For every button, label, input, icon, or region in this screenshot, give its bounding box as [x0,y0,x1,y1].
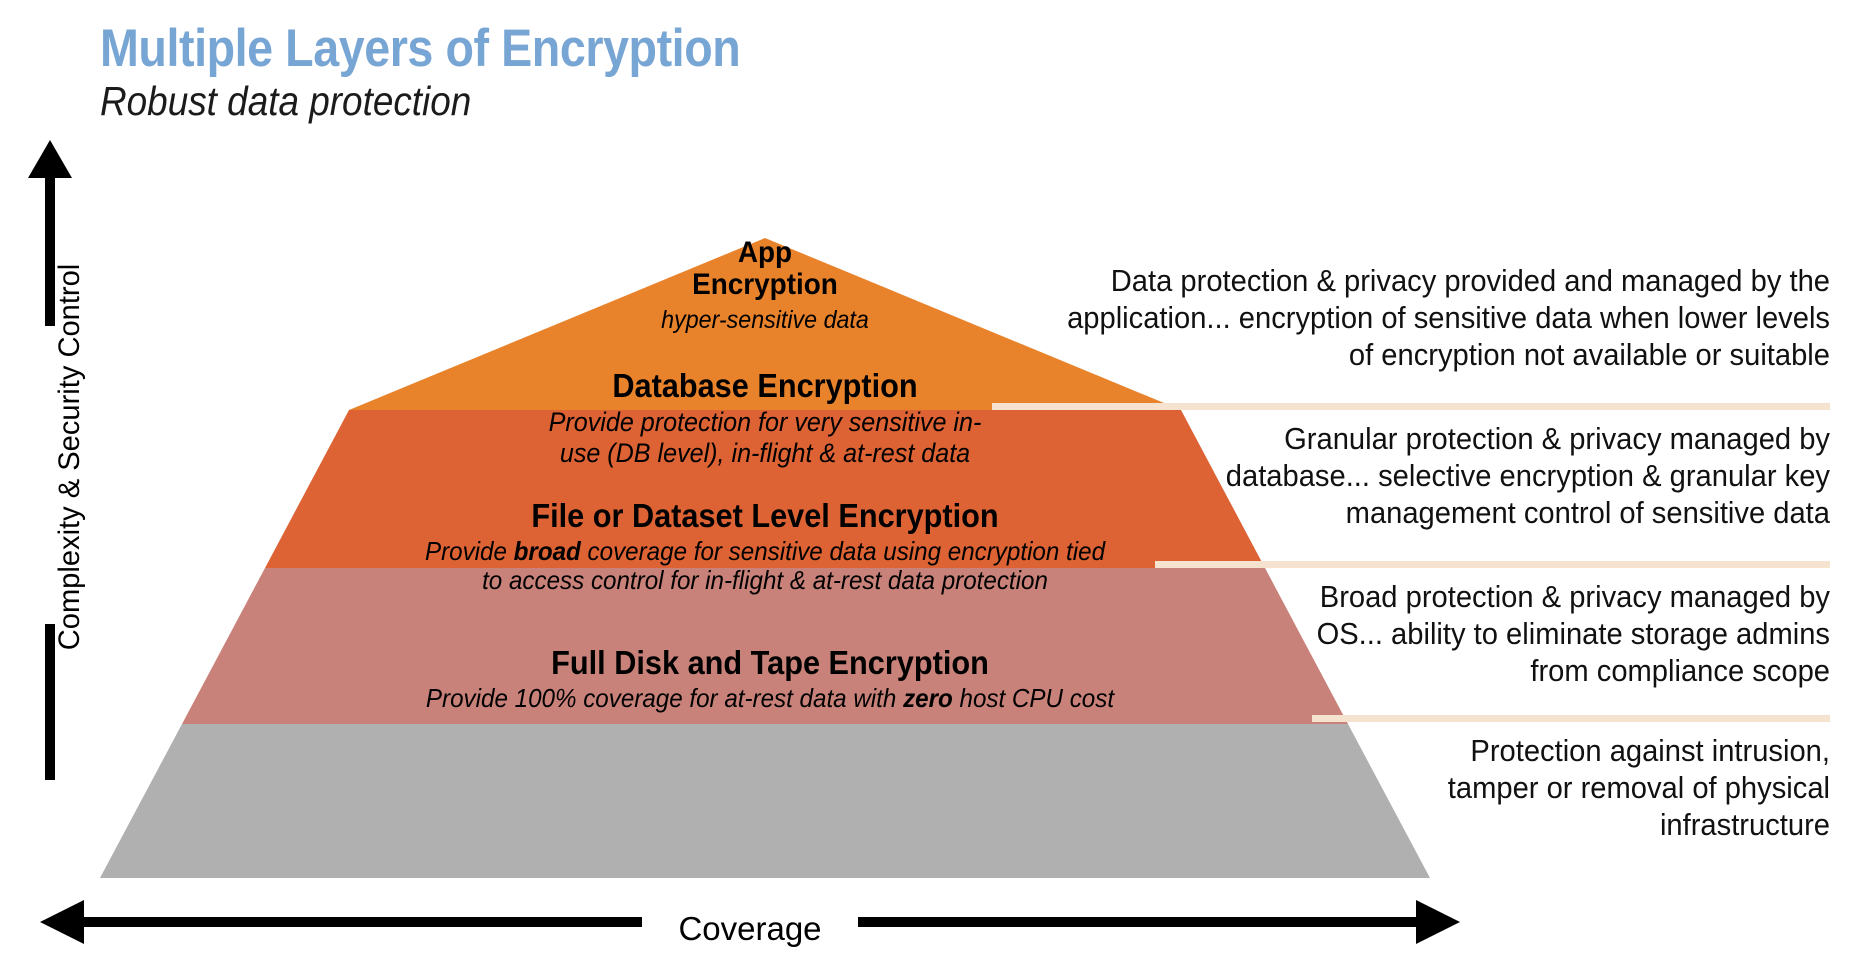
tier-3-subtitle-line2: to access control for in-flight & at-res… [482,565,1048,596]
diagram-canvas: Multiple Layers of Encryption Robust dat… [0,0,1851,977]
tier-3-subtitle-post: coverage for sensitive data using encryp… [580,536,1106,567]
tier-4-subtitle: Provide 100% coverage for at-rest data w… [240,684,1300,713]
tier-3-subtitle-pre: Provide [424,536,514,567]
tier-3-title: File or Dataset Level Encryption [531,497,999,534]
tier-4-title: Full Disk and Tape Encryption [551,644,989,681]
description-app-encryption: Data protection & privacy provided and m… [1067,263,1830,373]
tier-4-subtitle-pre: Provide 100% coverage for at-rest data w… [425,683,904,714]
x-axis-label: Coverage [678,910,822,947]
tier-1-title-line1: App [737,236,793,269]
description-separator-1 [992,403,1830,410]
x-axis: Coverage [40,900,1460,970]
description-database-encryption: Granular protection & privacy managed by… [1225,421,1830,531]
description-separator-2 [1155,561,1830,568]
tier-2-title: Database Encryption [612,367,918,404]
pyramid-tier-1-text: App Encryption hyper-sensitive data [542,236,988,335]
pyramid-tier-4-text: Full Disk and Tape Encryption Provide 10… [240,645,1300,713]
tier-2-subtitle-line1: Provide protection for very sensitive in… [548,407,982,438]
description-separator-3 [1312,715,1830,722]
pyramid-tier-2-text: Database Encryption Provide protection f… [421,368,1109,468]
tier-3-subtitle: Provide broad coverage for sensitive dat… [328,537,1202,595]
tier-2-subtitle-line2: use (DB level), in-flight & at-rest data [559,437,971,468]
tier-1-subtitle: hyper-sensitive data [661,306,869,335]
tier-4-subtitle-emphasis: zero [903,683,953,714]
pyramid-tier-3-text: File or Dataset Level Encryption Provide… [328,498,1202,596]
description-full-disk-tape-encryption: Protection against intrusion, tamper or … [1447,733,1830,843]
tier-2-subtitle: Provide protection for very sensitive in… [421,407,1109,467]
tier-1-title-line2: Encryption [692,268,838,302]
description-file-dataset-encryption: Broad protection & privacy managed by OS… [1316,579,1830,689]
tier-4-subtitle-post: host CPU cost [952,683,1115,714]
pyramid-tier-4-shape [100,724,1430,878]
tier-3-subtitle-emphasis: broad [513,536,581,567]
